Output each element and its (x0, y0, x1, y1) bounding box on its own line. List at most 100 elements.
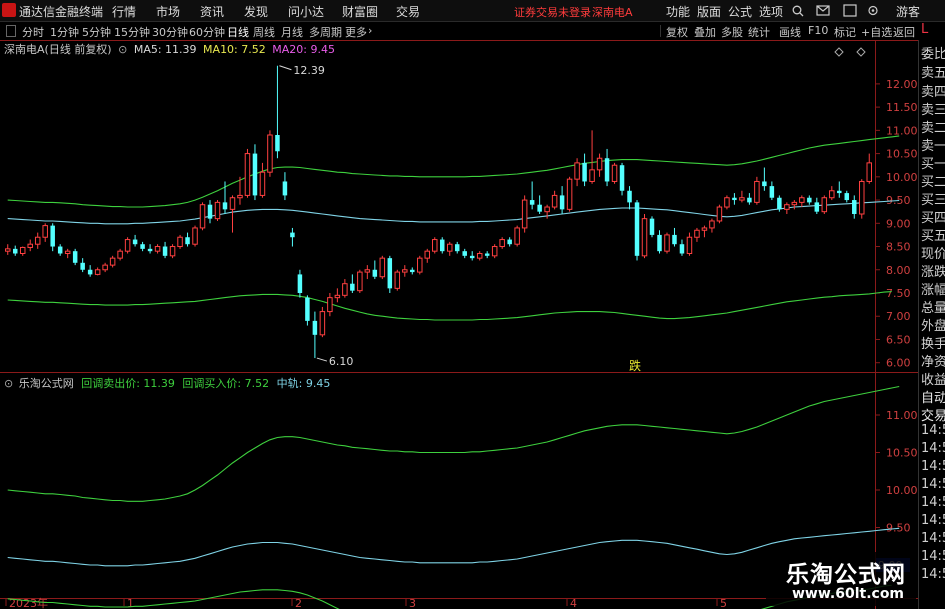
period-tab-daily[interactable]: 日线 (227, 24, 249, 40)
menu-item-news[interactable]: 资讯 (200, 3, 224, 20)
panel-item-turnover[interactable]: 换手 (921, 333, 945, 352)
menu-item-layout[interactable]: 版面 (697, 3, 721, 20)
menu-item-trade[interactable]: 交易 (396, 3, 420, 20)
middle-band-line (7, 199, 900, 225)
user-guest[interactable]: 游客 (896, 3, 920, 20)
panel-item-bid-ratio[interactable]: 委比 (921, 43, 945, 62)
panel-item-bid3[interactable]: 买三 (921, 189, 945, 208)
candle-body (866, 162, 873, 182)
message-icon[interactable] (816, 4, 830, 17)
toolbar-mark-button[interactable]: 标记 (834, 24, 856, 40)
chart-options-chevron-icon[interactable]: ⊙ (118, 43, 127, 56)
app-name: 通达信金融终端 (19, 5, 104, 19)
restore-window-icon[interactable] (843, 4, 857, 17)
menu-item-function[interactable]: 功能 (666, 3, 690, 20)
panel-item-bid1[interactable]: 买一 (921, 153, 945, 172)
panel-item-last-price[interactable]: 现价 (921, 243, 945, 262)
menu-item-wealth-circle[interactable]: 财富圈 (342, 3, 378, 20)
candle-body (402, 269, 408, 273)
ma20-label: MA20: 9.45 (272, 43, 335, 56)
toolbar-multi-stock-button[interactable]: 多股 (721, 24, 743, 40)
trade-login-warning[interactable]: 证券交易未登录 (514, 4, 591, 20)
menu-item-ask[interactable]: 问小达 (288, 3, 324, 20)
low-marker-pointer (316, 357, 328, 362)
panel-item-bid5[interactable]: 买五 (921, 225, 945, 244)
panel-item-change-pct[interactable]: 涨幅 (921, 279, 945, 298)
candle-body (784, 204, 790, 210)
candle-body (327, 297, 333, 313)
candle-body (559, 195, 565, 210)
candle-body (319, 311, 326, 336)
y-tick-label: 6.00 (886, 357, 911, 370)
candle-body (42, 225, 48, 238)
candle-body (814, 202, 820, 212)
candle-body (844, 193, 850, 201)
panel-item-auto[interactable]: 自动 (921, 387, 945, 406)
panel-item-ask2[interactable]: 卖二 (921, 117, 945, 136)
y-tick-label: 10.50 (886, 148, 918, 161)
candle-body (611, 164, 618, 182)
period-tab-more[interactable]: 更多 (345, 24, 367, 40)
candle-body (716, 206, 723, 222)
main-chart-title[interactable]: 深南电A(日线 前复权) (4, 43, 112, 56)
menu-item-market[interactable]: 行情 (112, 3, 136, 20)
toolbar-separator (660, 25, 661, 37)
search-icon[interactable] (792, 5, 804, 17)
panel-item-ask5[interactable]: 卖五 (921, 62, 945, 81)
candle-body (379, 257, 386, 278)
candle-body (207, 204, 213, 219)
menu-item-options[interactable]: 选项 (759, 3, 783, 20)
tick-time: 14:56 (921, 531, 945, 546)
panel-item-trade[interactable]: 交易 (921, 405, 945, 424)
candle-body (507, 239, 512, 245)
candle-body (237, 194, 243, 199)
panel-item-ask3[interactable]: 卖三 (921, 99, 945, 118)
panel-item-bid2[interactable]: 买二 (921, 171, 945, 190)
kline-chart-area[interactable]: 12.0011.5011.0010.5010.009.509.008.508.0… (0, 40, 918, 609)
settings-icon[interactable] (866, 4, 880, 17)
panel-item-net-assets[interactable]: 净资 (921, 351, 945, 370)
candle-body (162, 246, 168, 256)
y-tick-label: 6.50 (886, 333, 911, 346)
menu-item-formula[interactable]: 公式 (728, 3, 752, 20)
candle-body (364, 269, 371, 273)
candle-body (169, 246, 176, 257)
period-tab-1min[interactable]: 1分钟 (50, 24, 79, 40)
period-tab-5min[interactable]: 5分钟 (82, 24, 111, 40)
period-tab-multi[interactable]: 多周期 (309, 24, 342, 40)
sub-chart-options-icon[interactable]: ⊙ (4, 377, 13, 390)
period-tab-timeshare[interactable]: 分时 (22, 24, 44, 40)
candle-body (604, 158, 610, 182)
sub-chart-title[interactable]: 乐淘公式网 (19, 377, 74, 390)
menu-item-exchange[interactable]: 市场 (156, 3, 180, 20)
candle-body (724, 197, 730, 208)
panel-item-volume[interactable]: 总量 (921, 297, 945, 316)
more-chevron-icon[interactable]: › (368, 24, 372, 37)
candle-body (305, 297, 310, 321)
toolbar-back-button[interactable]: 返回 (893, 24, 915, 40)
candle-body (859, 180, 865, 215)
toolbar-scroll-left-icon[interactable] (6, 25, 16, 37)
period-tab-weekly[interactable]: 周线 (253, 24, 275, 40)
period-tab-monthly[interactable]: 月线 (281, 24, 303, 40)
toolbar-f10-button[interactable]: F10 (808, 24, 828, 37)
candle-body (732, 197, 737, 201)
candle-body (852, 200, 857, 214)
panel-item-outer-volume[interactable]: 外盘 (921, 315, 945, 334)
panel-item-change[interactable]: 涨跌 (921, 261, 945, 280)
toolbar-statistics-button[interactable]: 统计 (748, 24, 770, 40)
toolbar-overlay-button[interactable]: 叠加 (694, 24, 716, 40)
panel-item-ask4[interactable]: 卖四 (921, 81, 945, 100)
panel-item-bid4[interactable]: 买四 (921, 207, 945, 226)
toolbar-add-watchlist-button[interactable]: +自选 (861, 24, 892, 40)
period-tab-15min[interactable]: 15分钟 (114, 24, 150, 40)
toolbar-restore-rights-button[interactable]: 复权 (666, 24, 688, 40)
menu-item-discover[interactable]: 发现 (244, 3, 268, 20)
toolbar-draw-button[interactable]: 画线 (779, 24, 801, 40)
tick-time: 14:56 (921, 513, 945, 528)
panel-item-earnings[interactable]: 收益 (921, 369, 945, 388)
candle-body (499, 239, 505, 248)
period-tab-30min[interactable]: 30分钟 (152, 24, 188, 40)
panel-item-ask1[interactable]: 卖一 (921, 135, 945, 154)
period-tab-60min[interactable]: 60分钟 (189, 24, 225, 40)
